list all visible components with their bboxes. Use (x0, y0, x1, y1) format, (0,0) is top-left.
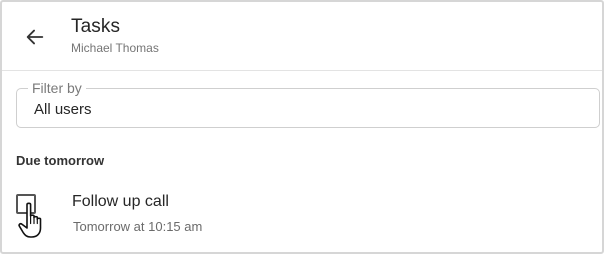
task-item: Follow up call Tomorrow at 10:15 am (2, 182, 602, 252)
page-title: Tasks (71, 16, 121, 37)
task-due-time: Tomorrow at 10:15 am (73, 219, 203, 234)
back-button[interactable] (18, 20, 52, 54)
task-checkbox[interactable] (16, 194, 36, 214)
tasks-panel: Tasks Michael Thomas Filter by All users… (0, 0, 604, 254)
page-subtitle: Michael Thomas (71, 41, 159, 55)
task-title[interactable]: Follow up call (72, 193, 169, 211)
filter-value: All users (34, 101, 92, 118)
filter-by-select[interactable]: Filter by All users (16, 80, 600, 128)
filter-label: Filter by (28, 80, 86, 96)
panel-header: Tasks Michael Thomas (2, 2, 602, 71)
arrow-left-icon (26, 29, 44, 45)
section-heading: Due tomorrow (16, 153, 105, 168)
